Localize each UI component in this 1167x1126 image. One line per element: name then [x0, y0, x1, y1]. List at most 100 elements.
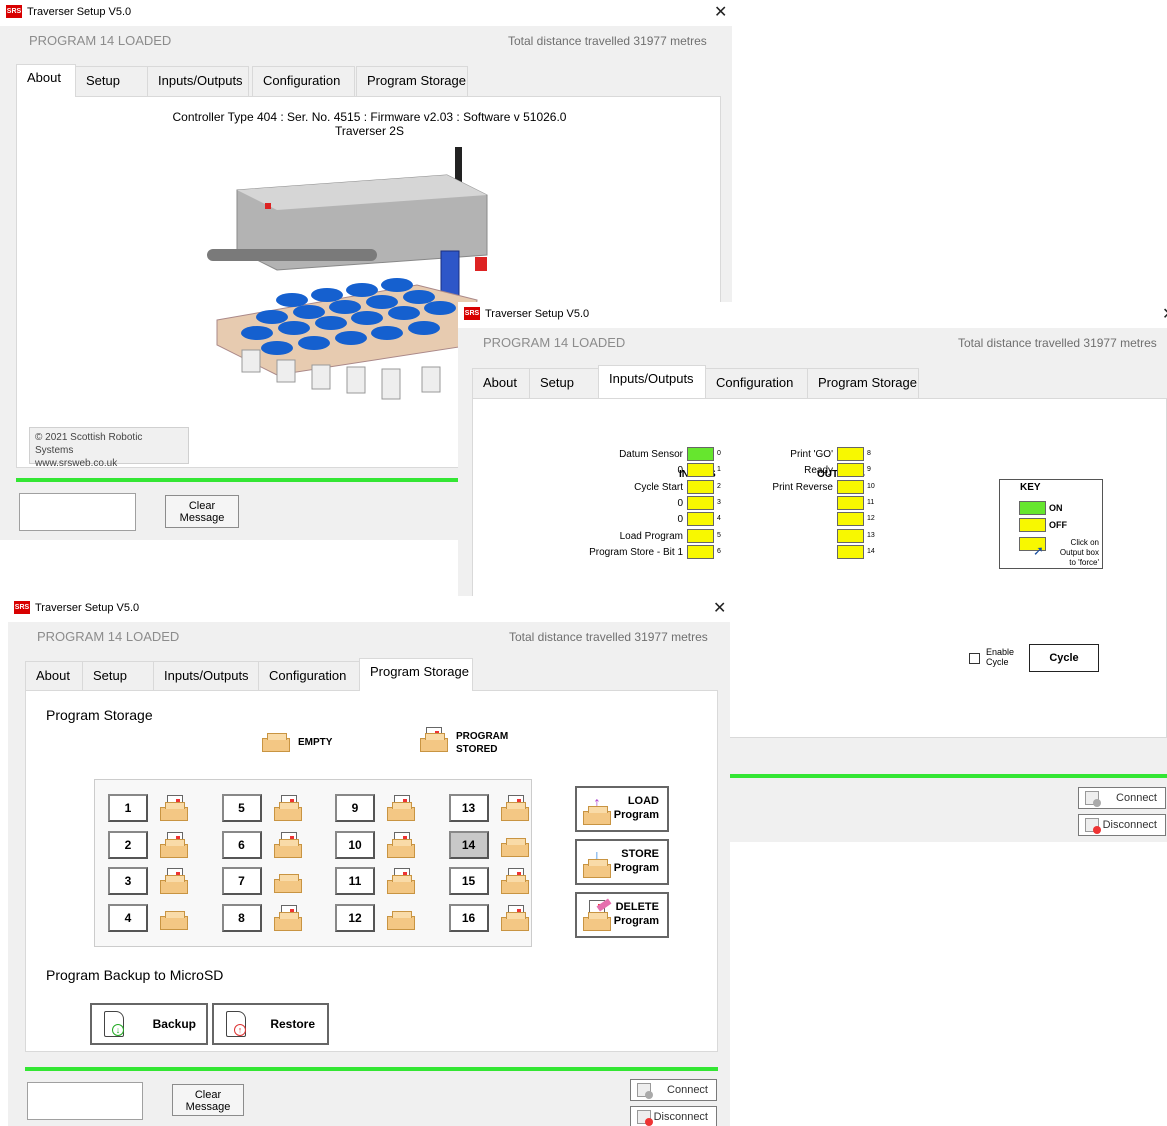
output-indicator[interactable] [837, 544, 864, 559]
output-indicator[interactable] [837, 463, 864, 478]
storage-window: SRS Traverser Setup V5.0 ✕ PROGRAM 14 LO… [8, 596, 730, 1126]
delete-program-button[interactable]: DELETE Program [575, 892, 669, 938]
disconnect-label: Disconnect [1102, 819, 1157, 831]
output-indicator[interactable] [837, 512, 864, 527]
controller-info: Controller Type 404 : Ser. No. 4515 : Fi… [172, 110, 567, 124]
backup-heading: Program Backup to MicroSD [46, 967, 224, 983]
close-icon[interactable]: ✕ [714, 2, 727, 22]
disconnect-icon [637, 1110, 653, 1126]
tab-program-storage[interactable]: Program Storage [356, 66, 468, 96]
cycle-button-label: Cycle [1049, 652, 1079, 664]
delete-icon [583, 898, 613, 932]
tab-program-storage[interactable]: Program Storage [807, 368, 919, 398]
program-stored-icon [273, 904, 304, 932]
key-on-label: ON [1049, 503, 1063, 513]
key-force-label: Click on Output box to 'force' [1059, 538, 1099, 567]
program-slot-button[interactable]: 3 [108, 867, 148, 895]
output-indicator[interactable] [837, 479, 864, 494]
clear-message-button[interactable]: Clear Message [165, 495, 239, 528]
connect-button[interactable]: Connect [1078, 787, 1166, 809]
titlebar: SRS Traverser Setup V5.0 ✕ [458, 302, 1167, 328]
input-indicator [687, 512, 714, 527]
stored-legend-label: PROGRAM STORED [456, 731, 509, 755]
tab-inputs-outputs[interactable]: Inputs/Outputs [153, 661, 259, 691]
sd-backup-icon: ↓ [104, 1011, 124, 1037]
window-title: Traverser Setup V5.0 [27, 6, 132, 18]
program-slot-button[interactable]: 9 [335, 794, 375, 822]
program-slot-button[interactable]: 13 [448, 794, 489, 822]
connect-button[interactable]: Connect [630, 1079, 717, 1101]
program-slot-button[interactable]: 16 [448, 903, 489, 932]
message-box [27, 1082, 143, 1120]
program-slot-button[interactable]: 8 [221, 903, 262, 932]
store-program-button[interactable]: ↓ STORE Program [575, 839, 669, 885]
output-indicator[interactable] [837, 528, 864, 543]
tab-about[interactable]: About [16, 64, 76, 97]
enable-cycle-checkbox[interactable] [969, 653, 980, 664]
cursor-icon: ➚ [1033, 543, 1044, 558]
store-label: STORE Program [613, 848, 659, 874]
key-box: KEY ON OFF ➚ Click on Output box to 'for… [999, 479, 1103, 569]
output-indicator[interactable] [837, 447, 864, 461]
program-stored-icon [387, 794, 417, 822]
store-icon: ↓ [583, 849, 613, 879]
copyright-box: © 2021 Scottish Robotic Systems www.srsw… [29, 427, 189, 469]
load-icon: ↑ [583, 796, 613, 826]
tab-setup[interactable]: Setup [75, 66, 148, 96]
input-indicator [687, 495, 714, 510]
load-program-button[interactable]: ↑ LOAD Program [575, 786, 669, 832]
cycle-button[interactable]: Cycle [1029, 644, 1099, 672]
program-stored-icon [387, 831, 417, 859]
window-title: Traverser Setup V5.0 [35, 602, 140, 614]
program-slot-button[interactable]: 15 [448, 867, 489, 895]
tab-inputs-outputs[interactable]: Inputs/Outputs [147, 66, 249, 96]
program-slot-button[interactable]: 4 [108, 903, 148, 932]
tab-configuration[interactable]: Configuration [252, 66, 355, 96]
backup-label: Backup [152, 1017, 196, 1031]
disconnect-label: Disconnect [653, 1111, 708, 1123]
restore-button[interactable]: ↑ Restore [212, 1003, 329, 1045]
program-slot-button[interactable]: 7 [221, 867, 262, 895]
program-slot-button[interactable]: 6 [221, 830, 262, 859]
output-number: 12 [867, 515, 875, 523]
input-label: Cycle Start [634, 481, 683, 493]
load-label: LOAD Program [613, 795, 659, 821]
disconnect-button[interactable]: Disconnect [1078, 814, 1166, 836]
enable-cycle-label: Enable Cycle [986, 647, 1015, 667]
program-slot-button[interactable]: 10 [335, 830, 375, 859]
empty-tray-icon [387, 904, 417, 932]
program-slot-button[interactable]: 14 [448, 830, 489, 859]
backup-button[interactable]: ↓ Backup [90, 1003, 208, 1045]
storage-heading: Program Storage [46, 707, 153, 723]
clear-message-button[interactable]: Clear Message [172, 1084, 244, 1116]
input-label: 0 [677, 465, 683, 477]
program-slot-button[interactable]: 12 [335, 903, 375, 932]
disconnect-button[interactable]: Disconnect [630, 1106, 717, 1126]
tab-setup[interactable]: Setup [82, 661, 160, 691]
program-status: PROGRAM 14 LOADED [483, 335, 626, 350]
close-icon[interactable]: ✕ [713, 598, 726, 618]
distance-status: Total distance travelled 31977 metres [509, 630, 708, 644]
tab-configuration[interactable]: Configuration [258, 661, 361, 691]
tab-inputs-outputs[interactable]: Inputs/Outputs [598, 365, 706, 398]
tab-configuration[interactable]: Configuration [705, 368, 808, 398]
close-icon[interactable]: ✕ [1162, 304, 1167, 324]
input-label: Program Store - Bit 1 [589, 546, 683, 558]
output-indicator[interactable] [837, 495, 864, 510]
input-number: 3 [717, 498, 721, 506]
program-slot-button[interactable]: 11 [335, 867, 375, 895]
program-stored-icon [500, 867, 531, 895]
status-bar-green [25, 1067, 718, 1071]
tab-program-storage[interactable]: Program Storage [359, 658, 473, 691]
tab-about[interactable]: About [25, 661, 85, 691]
titlebar: SRS Traverser Setup V5.0 ✕ [0, 0, 732, 26]
program-slot-button[interactable]: 5 [221, 794, 262, 822]
window-title: Traverser Setup V5.0 [485, 308, 590, 320]
program-stored-icon [500, 794, 531, 822]
sd-restore-icon: ↑ [226, 1011, 246, 1037]
program-slot-button[interactable]: 1 [108, 794, 148, 822]
program-slot-button[interactable]: 2 [108, 830, 148, 859]
input-label: 0 [677, 497, 683, 509]
delete-label: DELETE Program [613, 901, 659, 927]
tab-setup[interactable]: Setup [529, 368, 607, 398]
